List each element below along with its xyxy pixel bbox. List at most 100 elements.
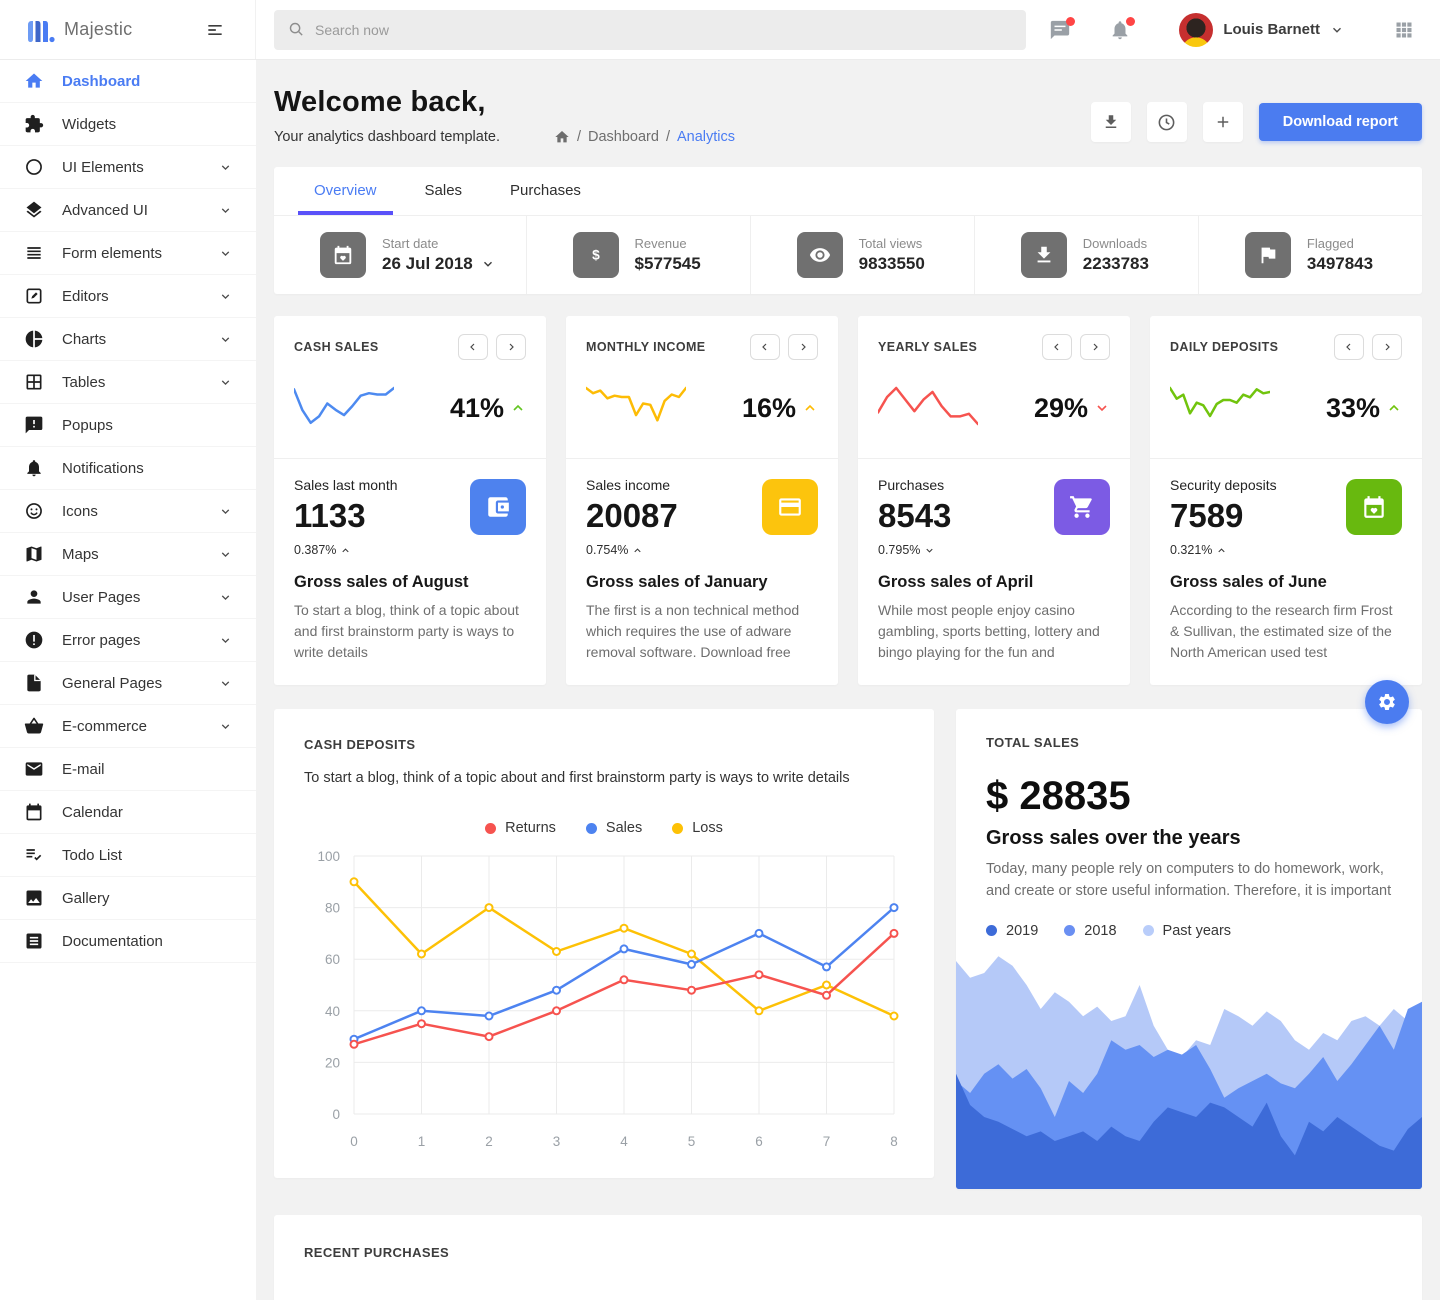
sidebar-item-dashboard[interactable]: Dashboard bbox=[0, 60, 256, 103]
sidebar-item-todo-list[interactable]: Todo List bbox=[0, 834, 256, 877]
user-profile-menu[interactable]: Louis Barnett bbox=[1179, 13, 1344, 47]
sidebar-item-label: E-commerce bbox=[62, 718, 201, 735]
tab-purchases[interactable]: Purchases bbox=[494, 167, 597, 215]
metric-value: 20087 bbox=[586, 497, 678, 535]
history-button[interactable] bbox=[1147, 102, 1187, 142]
stat-value: 3497843 bbox=[1307, 254, 1373, 274]
cart-icon bbox=[1054, 479, 1110, 535]
sidebar-item-label: Advanced UI bbox=[62, 202, 201, 219]
sidebar-item-advanced-ui[interactable]: Advanced UI bbox=[0, 189, 256, 232]
apps-grid-button[interactable] bbox=[1390, 16, 1418, 44]
cash-deposits-description: To start a blog, think of a topic about … bbox=[304, 770, 904, 786]
sidebar-item-ui-elements[interactable]: UI Elements bbox=[0, 146, 256, 189]
stat-downloads: Downloads2233783 bbox=[974, 216, 1198, 294]
apps-grid-icon bbox=[1394, 20, 1414, 40]
svg-text:6: 6 bbox=[755, 1134, 763, 1149]
sidebar-item-error-pages[interactable]: Error pages bbox=[0, 619, 256, 662]
prev-button[interactable] bbox=[1334, 334, 1364, 360]
stat-label: Total views bbox=[859, 236, 925, 251]
smiley-icon bbox=[24, 501, 44, 521]
home-icon[interactable] bbox=[554, 129, 570, 145]
sidebar-item-label: Widgets bbox=[62, 116, 232, 133]
caret-up-icon bbox=[1386, 400, 1402, 416]
calendar-heart-icon bbox=[332, 244, 354, 266]
sidebar-item-e-mail[interactable]: E-mail bbox=[0, 748, 256, 791]
todo-icon bbox=[24, 845, 44, 865]
sidebar-item-maps[interactable]: Maps bbox=[0, 533, 256, 576]
breadcrumb-analytics[interactable]: Analytics bbox=[677, 129, 735, 145]
next-button[interactable] bbox=[496, 334, 526, 360]
tab-bar: Overview Sales Purchases bbox=[274, 167, 1422, 215]
sidebar-item-documentation[interactable]: Documentation bbox=[0, 920, 256, 963]
svg-text:0: 0 bbox=[350, 1134, 358, 1149]
tab-sales[interactable]: Sales bbox=[409, 167, 479, 215]
settings-fab-button[interactable] bbox=[1365, 680, 1409, 724]
chevron-down-icon[interactable] bbox=[481, 257, 495, 271]
download-button[interactable] bbox=[1091, 102, 1131, 142]
total-sales-area-chart bbox=[956, 949, 1422, 1189]
notifications-button[interactable] bbox=[1105, 15, 1135, 45]
sidebar-item-user-pages[interactable]: User Pages bbox=[0, 576, 256, 619]
todo-icon bbox=[24, 845, 44, 865]
sidebar-item-form-elements[interactable]: Form elements bbox=[0, 232, 256, 275]
legend-item-sales[interactable]: Sales bbox=[586, 820, 642, 836]
sidebar-item-popups[interactable]: Popups bbox=[0, 404, 256, 447]
sidebar-item-widgets[interactable]: Widgets bbox=[0, 103, 256, 146]
sidebar-item-notifications[interactable]: Notifications bbox=[0, 447, 256, 490]
prev-button[interactable] bbox=[750, 334, 780, 360]
sidebar-item-editors[interactable]: Editors bbox=[0, 275, 256, 318]
percent-value: 41% bbox=[450, 393, 504, 424]
calendar-icon bbox=[24, 802, 44, 822]
next-button[interactable] bbox=[1372, 334, 1402, 360]
tab-overview[interactable]: Overview bbox=[298, 167, 393, 215]
circle-icon bbox=[24, 157, 44, 177]
svg-text:7: 7 bbox=[823, 1134, 831, 1149]
file-icon bbox=[24, 673, 44, 693]
sidebar-item-charts[interactable]: Charts bbox=[0, 318, 256, 361]
plus-icon bbox=[1214, 113, 1232, 131]
add-button[interactable] bbox=[1203, 102, 1243, 142]
sidebar-item-general-pages[interactable]: General Pages bbox=[0, 662, 256, 705]
chevron-down-icon bbox=[219, 290, 232, 303]
legend-item-past-years[interactable]: Past years bbox=[1143, 923, 1232, 939]
total-sales-text: Today, many people rely on computers to … bbox=[986, 858, 1392, 903]
sidebar-item-icons[interactable]: Icons bbox=[0, 490, 256, 533]
sidebar-item-calendar[interactable]: Calendar bbox=[0, 791, 256, 834]
stat-start-date[interactable]: Start date26 Jul 2018 bbox=[274, 216, 526, 294]
app-logo[interactable]: Majestic bbox=[26, 17, 132, 43]
sidebar-item-tables[interactable]: Tables bbox=[0, 361, 256, 404]
prev-button[interactable] bbox=[1042, 334, 1072, 360]
legend-item-returns[interactable]: Returns bbox=[485, 820, 556, 836]
error-icon bbox=[24, 630, 44, 650]
download-report-button[interactable]: Download report bbox=[1259, 103, 1422, 141]
metric-label: Sales last month bbox=[294, 477, 398, 493]
person-icon bbox=[24, 587, 44, 607]
total-sales-heading: Gross sales over the years bbox=[986, 827, 1392, 850]
legend-item-2018[interactable]: 2018 bbox=[1064, 923, 1116, 939]
sidebar-item-e-commerce[interactable]: E-commerce bbox=[0, 705, 256, 748]
bell-icon bbox=[24, 458, 44, 478]
next-button[interactable] bbox=[1080, 334, 1110, 360]
breadcrumb-dashboard[interactable]: Dashboard bbox=[588, 129, 659, 145]
chevron-down-icon bbox=[219, 677, 232, 690]
next-button[interactable] bbox=[788, 334, 818, 360]
chevron-down-icon bbox=[219, 505, 232, 518]
legend-item-loss[interactable]: Loss bbox=[672, 820, 723, 836]
legend-item-2019[interactable]: 2019 bbox=[986, 923, 1038, 939]
messages-button[interactable] bbox=[1045, 15, 1075, 45]
caret-up-icon bbox=[340, 545, 351, 556]
sidebar-toggle-button[interactable] bbox=[201, 16, 229, 44]
cart-icon bbox=[1069, 494, 1095, 520]
sidebar-item-label: Dashboard bbox=[62, 73, 232, 90]
prev-button[interactable] bbox=[458, 334, 488, 360]
sidebar-item-label: Documentation bbox=[62, 933, 232, 950]
search-bar[interactable] bbox=[274, 10, 1026, 50]
search-input[interactable] bbox=[315, 22, 1012, 38]
topbar-right: Louis Barnett bbox=[1045, 13, 1440, 47]
mail-icon bbox=[24, 759, 44, 779]
metric-value: 8543 bbox=[878, 497, 951, 535]
percent-value: 33% bbox=[1326, 393, 1380, 424]
sidebar-item-label: General Pages bbox=[62, 675, 201, 692]
sidebar-item-gallery[interactable]: Gallery bbox=[0, 877, 256, 920]
basket-icon bbox=[24, 716, 44, 736]
